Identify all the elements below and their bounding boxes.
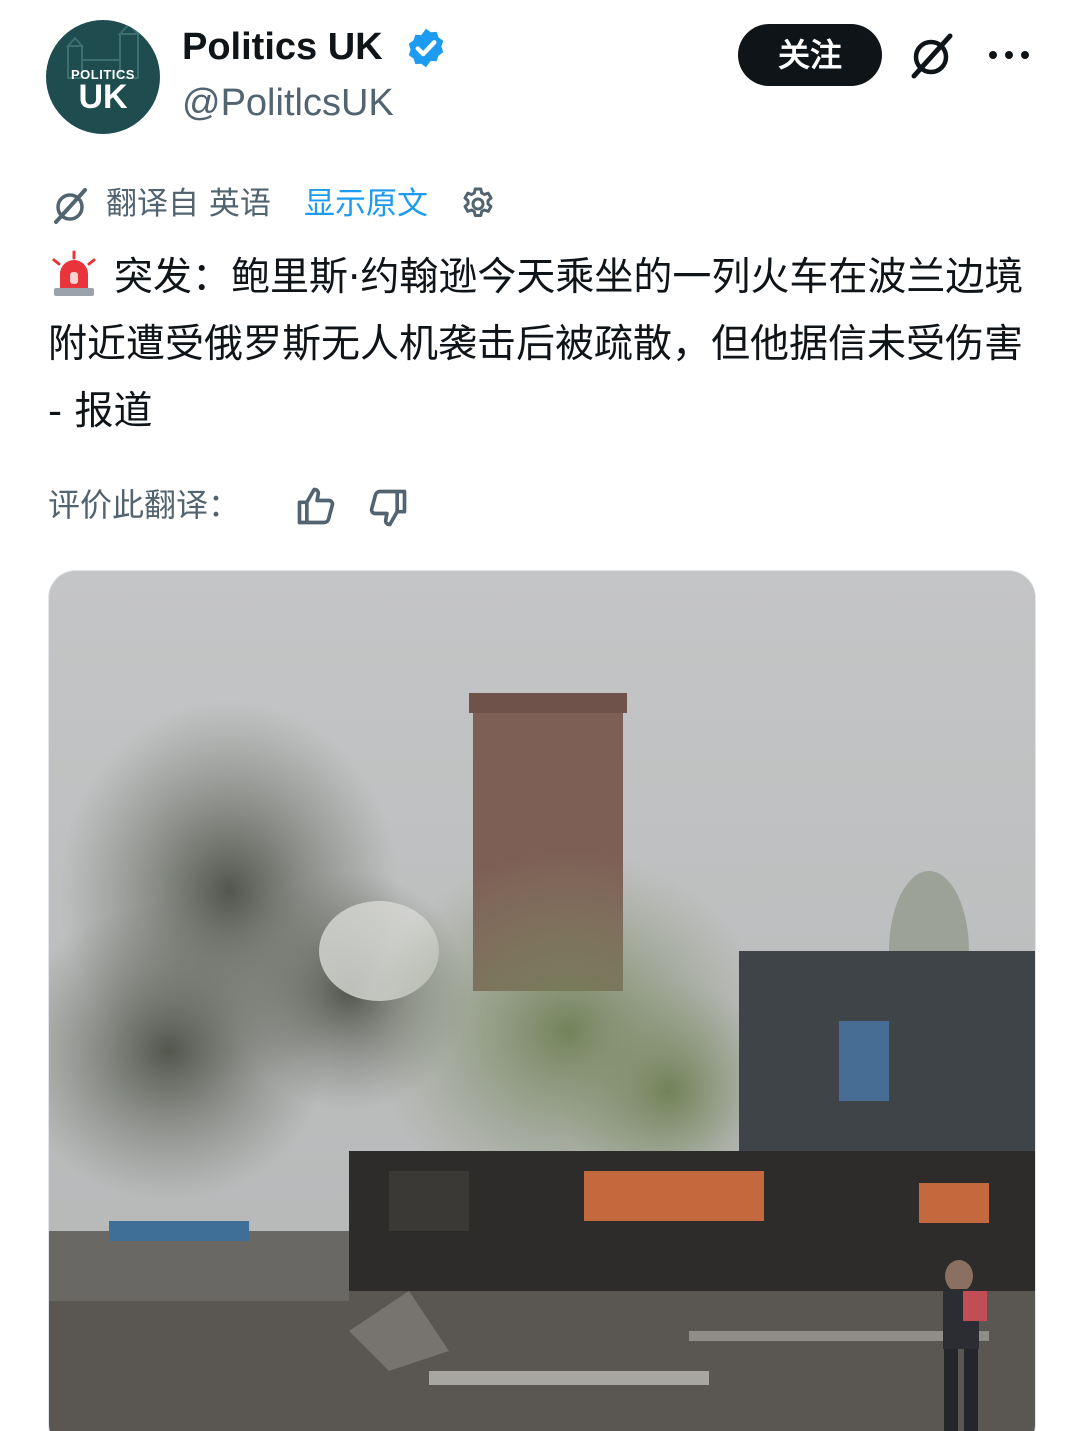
handle[interactable]: @PolitlcsUK (182, 80, 394, 126)
grok-icon[interactable] (906, 30, 958, 82)
tweet-body-text: 突发：鲍里斯·约翰逊今天乘坐的一列火车在波兰边境附近遭受俄罗斯无人机袭击后被疏散… (48, 255, 1024, 434)
avatar[interactable]: POLITICS UK (46, 20, 160, 134)
thumbs-down-icon[interactable] (366, 486, 410, 530)
grok-translate-icon (54, 188, 87, 224)
translated-from-label: 翻译自 英语 (106, 186, 271, 222)
gear-icon[interactable] (458, 184, 498, 224)
siren-icon (52, 250, 96, 296)
tweet-page: POLITICS UK Politics UK @PolitlcsUK 关注 翻… (0, 0, 1080, 1431)
more-options-icon[interactable] (986, 40, 1032, 70)
tweet-text: 突发：鲍里斯·约翰逊今天乘坐的一列火车在波兰边境附近遭受俄罗斯无人机袭击后被疏散… (48, 244, 1038, 445)
thumbs-up-icon[interactable] (294, 484, 338, 528)
train-smoke-scene-image (49, 571, 1035, 1431)
display-name[interactable]: Politics UK (182, 24, 383, 70)
rate-translation-label: 评价此翻译： (48, 486, 241, 524)
verified-badge-icon[interactable] (404, 26, 448, 70)
show-original-link[interactable]: 显示原文 (304, 182, 428, 226)
tweet-media-image[interactable] (48, 570, 1036, 1431)
follow-button[interactable]: 关注 (738, 24, 882, 86)
avatar-text-big: UK (78, 78, 128, 116)
